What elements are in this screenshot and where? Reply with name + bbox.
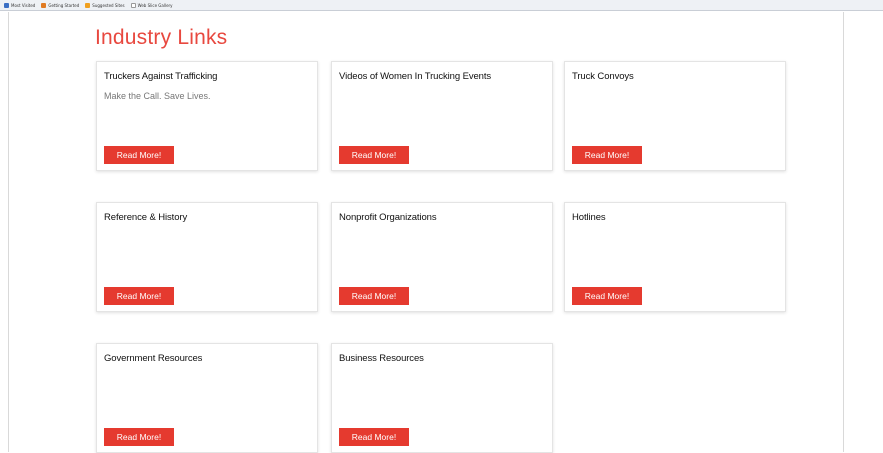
read-more-button[interactable]: Read More!	[104, 428, 174, 446]
bookmark-most-visited[interactable]: Most Visited	[4, 2, 36, 8]
card-truckers-against-trafficking: Truckers Against Trafficking Make the Ca…	[96, 61, 318, 171]
bookmarks-bar: Most Visited Getting Started Suggested S…	[0, 0, 883, 11]
read-more-button[interactable]: Read More!	[339, 428, 409, 446]
card-government-resources: Government Resources Read More!	[96, 343, 318, 453]
card-title: Nonprofit Organizations	[339, 212, 437, 223]
bookmark-label: Most Visited	[11, 2, 36, 8]
card-title: Videos of Women In Trucking Events	[339, 71, 492, 82]
card-title: Reference & History	[104, 212, 188, 223]
card-description: Make the Call. Save Lives.	[104, 91, 211, 101]
card-title: Business Resources	[339, 353, 424, 364]
card-title: Government Resources	[104, 353, 203, 364]
globe-icon	[4, 2, 9, 8]
page-content: Industry Links Truckers Against Traffick…	[0, 12, 883, 453]
card-title: Truck Convoys	[572, 71, 634, 82]
card-business-resources: Business Resources Read More!	[331, 343, 553, 453]
read-more-button[interactable]: Read More!	[572, 287, 642, 305]
page-icon	[130, 2, 136, 8]
card-videos-of-women-in-trucking-events: Videos of Women In Trucking Events Read …	[331, 61, 553, 171]
bookmark-label: Getting Started	[48, 2, 80, 8]
bookmark-getting-started[interactable]: Getting Started	[41, 2, 80, 8]
bookmark-label: Web Slice Gallery	[137, 2, 173, 8]
card-title: Hotlines	[572, 212, 606, 223]
read-more-button[interactable]: Read More!	[104, 287, 174, 305]
read-more-button[interactable]: Read More!	[339, 146, 409, 164]
star-icon	[85, 2, 91, 8]
read-more-button[interactable]: Read More!	[339, 287, 409, 305]
bookmark-web-slice-gallery[interactable]: Web Slice Gallery	[130, 2, 173, 8]
card-title: Truckers Against Trafficking	[104, 71, 218, 82]
page-title: Industry Links	[95, 26, 228, 49]
read-more-button[interactable]: Read More!	[572, 146, 642, 164]
card-reference-and-history: Reference & History Read More!	[96, 202, 318, 312]
read-more-button[interactable]: Read More!	[104, 146, 174, 164]
card-truck-convoys: Truck Convoys Read More!	[564, 61, 786, 171]
card-nonprofit-organizations: Nonprofit Organizations Read More!	[331, 202, 553, 312]
bookmark-suggested-sites[interactable]: Suggested Sites	[85, 2, 125, 8]
card-hotlines: Hotlines Read More!	[564, 202, 786, 312]
bookmark-label: Suggested Sites	[92, 2, 125, 8]
firefox-icon	[41, 2, 47, 8]
